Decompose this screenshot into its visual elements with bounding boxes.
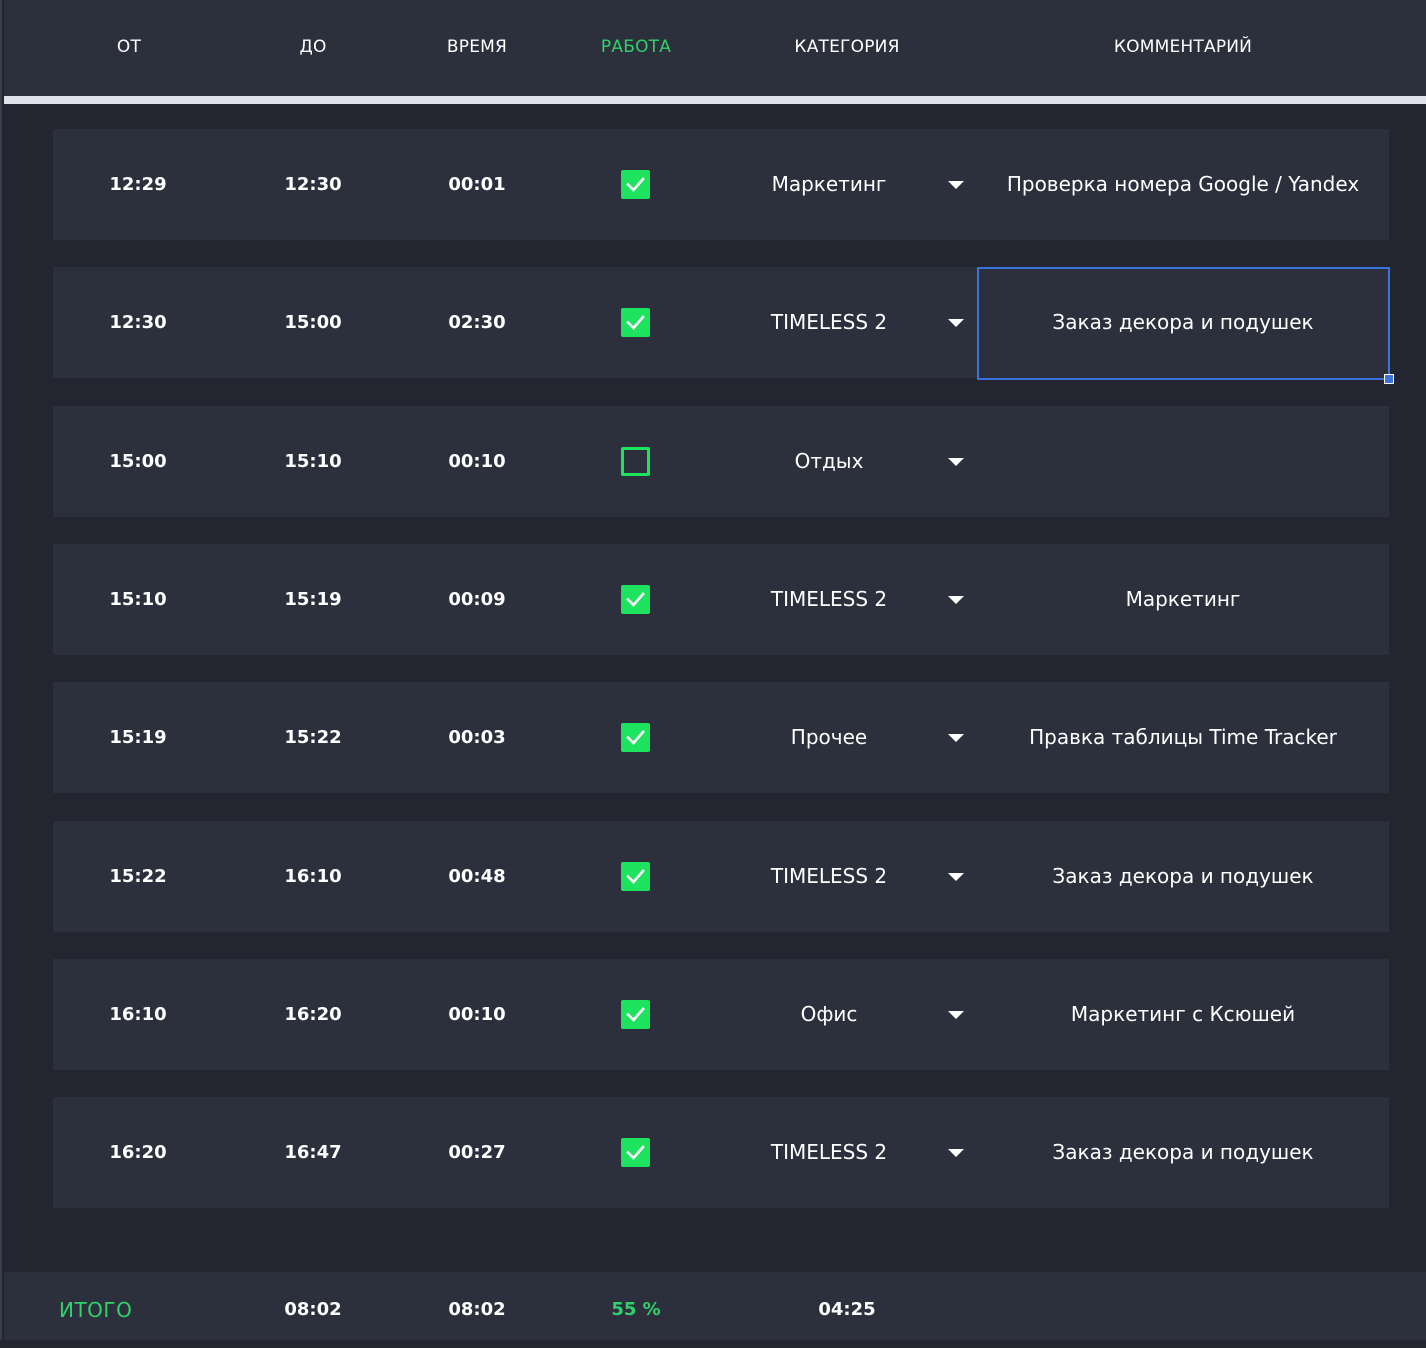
comment-cell[interactable]: Маркетинг: [1126, 544, 1241, 655]
duration-cell: 00:48: [448, 866, 506, 887]
to-cell[interactable]: 15:22: [284, 682, 341, 793]
caret-down-icon[interactable]: [948, 734, 964, 742]
from-cell[interactable]: 15:00: [109, 406, 166, 517]
work-checkbox[interactable]: [621, 1138, 650, 1167]
category-select-value[interactable]: Офис: [801, 959, 858, 1070]
comment-cell[interactable]: Заказ декора и подушек: [1052, 267, 1313, 378]
work-checkbox[interactable]: [621, 723, 650, 752]
work-checkbox[interactable]: [621, 585, 650, 614]
category-select-value[interactable]: Отдых: [795, 406, 864, 517]
work-checkbox[interactable]: [621, 447, 650, 476]
check-icon: [626, 592, 645, 607]
to-cell[interactable]: 16:47: [284, 1097, 341, 1208]
to-cell[interactable]: 15:19: [284, 544, 341, 655]
footer-total-time: 08:02: [448, 1299, 506, 1320]
from-cell[interactable]: 16:20: [109, 1097, 166, 1208]
table-row: 15:22 16:10 00:48 TIMELESS 2 Заказ декора и …: [53, 821, 1389, 932]
from-cell[interactable]: 15:10: [109, 544, 166, 655]
work-checkbox[interactable]: [621, 308, 650, 337]
time-tracker-table: ОТ ДО ВРЕМЯ РАБОТА КАТЕГОРИЯ КОММЕНТАРИЙ…: [0, 0, 1426, 1340]
comment-cell[interactable]: Заказ декора и подушек: [1052, 1097, 1313, 1208]
caret-down-icon[interactable]: [948, 596, 964, 604]
fill-handle[interactable]: [1384, 374, 1394, 384]
caret-down-icon[interactable]: [948, 181, 964, 189]
header-from: ОТ: [116, 37, 142, 57]
to-cell[interactable]: 12:30: [284, 129, 341, 240]
header-work: РАБОТА: [600, 37, 672, 57]
caret-down-icon[interactable]: [948, 1149, 964, 1157]
table-footer: ИТОГО 08:02 08:02 55 % 04:25: [4, 1272, 1426, 1340]
work-checkbox[interactable]: [621, 1000, 650, 1029]
header-divider: [4, 96, 1426, 104]
footer-label: ИТОГО: [59, 1298, 133, 1322]
check-icon: [626, 730, 645, 745]
work-checkbox[interactable]: [621, 862, 650, 891]
category-select-value[interactable]: TIMELESS 2: [771, 1097, 887, 1208]
duration-cell: 00:01: [448, 174, 506, 195]
comment-cell[interactable]: Заказ декора и подушек: [1052, 821, 1313, 932]
table-row: 12:29 12:30 00:01 Маркетинг Проверка номера …: [53, 129, 1389, 240]
from-cell[interactable]: 12:30: [109, 267, 166, 378]
header-comment: КОММЕНТАРИЙ: [1113, 37, 1253, 57]
caret-down-icon[interactable]: [948, 1011, 964, 1019]
header-to: ДО: [299, 37, 327, 57]
to-cell[interactable]: 15:00: [284, 267, 341, 378]
duration-cell: 00:27: [448, 1142, 506, 1163]
from-cell[interactable]: 12:29: [109, 129, 166, 240]
footer-total-to: 08:02: [284, 1299, 342, 1320]
table-row: 15:10 15:19 00:09 TIMELESS 2 Маркетинг: [53, 544, 1389, 655]
table-row: 12:30 15:00 02:30 TIMELESS 2 Заказ декора и …: [53, 267, 1389, 378]
check-icon: [626, 869, 645, 884]
duration-cell: 00:10: [448, 1004, 506, 1025]
comment-cell[interactable]: Маркетинг с Ксюшей: [1071, 959, 1295, 1070]
duration-cell: 02:30: [448, 312, 506, 333]
to-cell[interactable]: 16:10: [284, 821, 341, 932]
table-row: 16:10 16:20 00:10 Офис Маркетинг с Ксюшей: [53, 959, 1389, 1070]
check-icon: [626, 315, 645, 330]
category-select-value[interactable]: TIMELESS 2: [771, 267, 887, 378]
table-row: 15:00 15:10 00:10 Отдых: [53, 406, 1389, 517]
comment-cell[interactable]: Проверка номера Google / Yandex: [1007, 129, 1359, 240]
category-select-value[interactable]: Маркетинг: [772, 129, 887, 240]
check-icon: [626, 1007, 645, 1022]
work-checkbox[interactable]: [621, 170, 650, 199]
check-icon: [626, 177, 645, 192]
header-time: ВРЕМЯ: [446, 37, 508, 57]
caret-down-icon[interactable]: [948, 873, 964, 881]
from-cell[interactable]: 15:19: [109, 682, 166, 793]
caret-down-icon[interactable]: [948, 458, 964, 466]
duration-cell: 00:09: [448, 589, 506, 610]
from-cell[interactable]: 16:10: [109, 959, 166, 1070]
from-cell[interactable]: 15:22: [109, 821, 166, 932]
caret-down-icon[interactable]: [948, 319, 964, 327]
comment-cell[interactable]: Правка таблицы Time Tracker: [1029, 682, 1337, 793]
category-select-value[interactable]: TIMELESS 2: [771, 821, 887, 932]
table-row: 15:19 15:22 00:03 Прочее Правка таблицы Time…: [53, 682, 1389, 793]
category-select-value[interactable]: TIMELESS 2: [771, 544, 887, 655]
to-cell[interactable]: 16:20: [284, 959, 341, 1070]
footer-work-percent: 55 %: [611, 1299, 661, 1320]
table-header: ОТ ДО ВРЕМЯ РАБОТА КАТЕГОРИЯ КОММЕНТАРИЙ: [4, 0, 1426, 96]
duration-cell: 00:03: [448, 727, 506, 748]
footer-category-total: 04:25: [818, 1299, 876, 1320]
duration-cell: 00:10: [448, 451, 506, 472]
to-cell[interactable]: 15:10: [284, 406, 341, 517]
header-category: КАТЕГОРИЯ: [794, 37, 900, 57]
table-row: 16:20 16:47 00:27 TIMELESS 2 Заказ декора и …: [53, 1097, 1389, 1208]
category-select-value[interactable]: Прочее: [791, 682, 867, 793]
check-icon: [626, 1145, 645, 1160]
